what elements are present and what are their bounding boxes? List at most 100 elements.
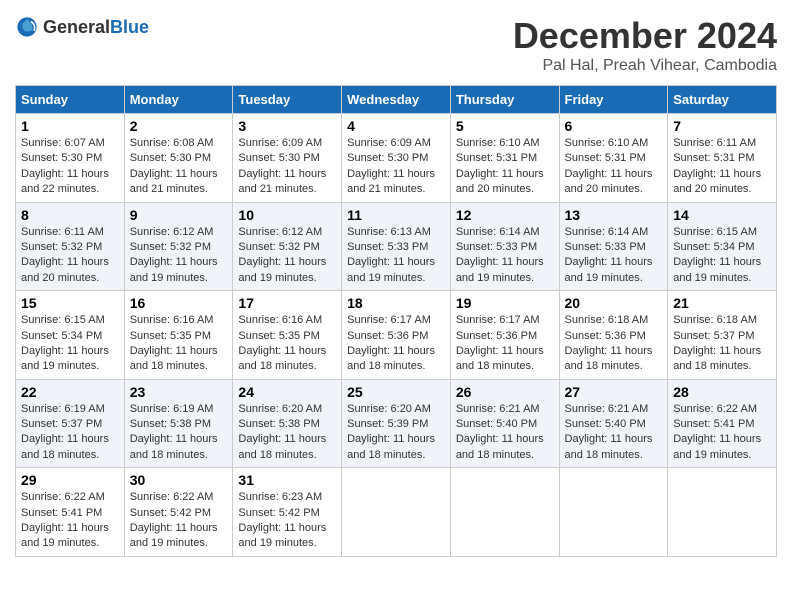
day-number: 27 <box>565 384 663 400</box>
day-detail: Sunrise: 6:17 AM Sunset: 5:36 PM Dayligh… <box>347 313 445 375</box>
day-cell: 1 Sunrise: 6:07 AM Sunset: 5:30 PM Daylig… <box>16 114 125 203</box>
day-cell: 10 Sunrise: 6:12 AM Sunset: 5:32 PM Dayli… <box>233 202 342 291</box>
week-row-5: 29 Sunrise: 6:22 AM Sunset: 5:41 PM Dayli… <box>16 468 777 557</box>
day-cell: 11Sunrise: 6:13 AM Sunset: 5:33 PM Dayli… <box>342 202 451 291</box>
day-detail: Sunrise: 6:09 AM Sunset: 5:30 PM Dayligh… <box>238 136 336 198</box>
day-cell: 8 Sunrise: 6:11 AM Sunset: 5:32 PM Daylig… <box>16 202 125 291</box>
day-detail: Sunrise: 6:16 AM Sunset: 5:35 PM Dayligh… <box>238 313 336 375</box>
column-header-saturday: Saturday <box>668 86 777 114</box>
day-cell: 23Sunrise: 6:19 AM Sunset: 5:38 PM Dayli… <box>124 379 233 468</box>
day-number: 31 <box>238 472 336 488</box>
day-number: 3 <box>238 118 336 134</box>
day-cell: 18 Sunrise: 6:17 AM Sunset: 5:36 PM Dayli… <box>342 291 451 380</box>
day-detail: Sunrise: 6:21 AM Sunset: 5:40 PM Dayligh… <box>456 402 554 464</box>
day-detail: Sunrise: 6:22 AM Sunset: 5:42 PM Dayligh… <box>130 490 228 552</box>
day-detail: Sunrise: 6:22 AM Sunset: 5:41 PM Dayligh… <box>21 490 119 552</box>
day-number: 16 <box>130 295 228 311</box>
day-cell: 4Sunrise: 6:09 AM Sunset: 5:30 PM Daylig… <box>342 114 451 203</box>
day-detail: Sunrise: 6:23 AM Sunset: 5:42 PM Dayligh… <box>238 490 336 552</box>
day-cell: 20 Sunrise: 6:18 AM Sunset: 5:36 PM Dayli… <box>559 291 668 380</box>
logo-blue: Blue <box>110 17 149 37</box>
day-cell: 13Sunrise: 6:14 AM Sunset: 5:33 PM Dayli… <box>559 202 668 291</box>
day-cell <box>559 468 668 557</box>
week-row-1: 1 Sunrise: 6:07 AM Sunset: 5:30 PM Daylig… <box>16 114 777 203</box>
day-number: 1 <box>21 118 119 134</box>
day-number: 5 <box>456 118 554 134</box>
day-cell: 19 Sunrise: 6:17 AM Sunset: 5:36 PM Dayli… <box>450 291 559 380</box>
day-cell: 16 Sunrise: 6:16 AM Sunset: 5:35 PM Dayli… <box>124 291 233 380</box>
day-detail: Sunrise: 6:19 AM Sunset: 5:37 PM Dayligh… <box>21 402 119 464</box>
day-detail: Sunrise: 6:18 AM Sunset: 5:36 PM Dayligh… <box>565 313 663 375</box>
day-cell: 28 Sunrise: 6:22 AM Sunset: 5:41 PM Dayli… <box>668 379 777 468</box>
day-detail: Sunrise: 6:17 AM Sunset: 5:36 PM Dayligh… <box>456 313 554 375</box>
day-detail: Sunrise: 6:15 AM Sunset: 5:34 PM Dayligh… <box>673 225 771 287</box>
day-number: 14 <box>673 207 771 223</box>
day-cell: 5 Sunrise: 6:10 AM Sunset: 5:31 PM Daylig… <box>450 114 559 203</box>
month-title: December 2024 <box>513 15 777 57</box>
day-cell: 17 Sunrise: 6:16 AM Sunset: 5:35 PM Dayli… <box>233 291 342 380</box>
column-header-wednesday: Wednesday <box>342 86 451 114</box>
week-row-4: 22Sunrise: 6:19 AM Sunset: 5:37 PM Dayli… <box>16 379 777 468</box>
header-row: SundayMondayTuesdayWednesdayThursdayFrid… <box>16 86 777 114</box>
day-number: 20 <box>565 295 663 311</box>
week-row-3: 15 Sunrise: 6:15 AM Sunset: 5:34 PM Dayli… <box>16 291 777 380</box>
day-detail: Sunrise: 6:15 AM Sunset: 5:34 PM Dayligh… <box>21 313 119 375</box>
day-number: 24 <box>238 384 336 400</box>
day-number: 29 <box>21 472 119 488</box>
calendar-table: SundayMondayTuesdayWednesdayThursdayFrid… <box>15 85 777 557</box>
day-detail: Sunrise: 6:14 AM Sunset: 5:33 PM Dayligh… <box>565 225 663 287</box>
day-detail: Sunrise: 6:20 AM Sunset: 5:38 PM Dayligh… <box>238 402 336 464</box>
day-cell: 22Sunrise: 6:19 AM Sunset: 5:37 PM Dayli… <box>16 379 125 468</box>
day-number: 15 <box>21 295 119 311</box>
logo-general: General <box>43 17 110 37</box>
day-detail: Sunrise: 6:16 AM Sunset: 5:35 PM Dayligh… <box>130 313 228 375</box>
day-detail: Sunrise: 6:21 AM Sunset: 5:40 PM Dayligh… <box>565 402 663 464</box>
day-detail: Sunrise: 6:10 AM Sunset: 5:31 PM Dayligh… <box>565 136 663 198</box>
column-header-thursday: Thursday <box>450 86 559 114</box>
day-number: 6 <box>565 118 663 134</box>
day-detail: Sunrise: 6:22 AM Sunset: 5:41 PM Dayligh… <box>673 402 771 464</box>
logo: GeneralBlue <box>15 15 149 39</box>
column-header-tuesday: Tuesday <box>233 86 342 114</box>
day-number: 23 <box>130 384 228 400</box>
day-cell: 31 Sunrise: 6:23 AM Sunset: 5:42 PM Dayli… <box>233 468 342 557</box>
day-number: 28 <box>673 384 771 400</box>
day-detail: Sunrise: 6:12 AM Sunset: 5:32 PM Dayligh… <box>238 225 336 287</box>
day-number: 10 <box>238 207 336 223</box>
day-cell: 12 Sunrise: 6:14 AM Sunset: 5:33 PM Dayli… <box>450 202 559 291</box>
day-detail: Sunrise: 6:07 AM Sunset: 5:30 PM Dayligh… <box>21 136 119 198</box>
day-number: 30 <box>130 472 228 488</box>
day-detail: Sunrise: 6:12 AM Sunset: 5:32 PM Dayligh… <box>130 225 228 287</box>
day-number: 17 <box>238 295 336 311</box>
day-detail: Sunrise: 6:13 AM Sunset: 5:33 PM Dayligh… <box>347 225 445 287</box>
day-cell: 24 Sunrise: 6:20 AM Sunset: 5:38 PM Dayli… <box>233 379 342 468</box>
day-cell: 7Sunrise: 6:11 AM Sunset: 5:31 PM Daylig… <box>668 114 777 203</box>
day-number: 2 <box>130 118 228 134</box>
day-number: 12 <box>456 207 554 223</box>
column-header-friday: Friday <box>559 86 668 114</box>
day-detail: Sunrise: 6:11 AM Sunset: 5:32 PM Dayligh… <box>21 225 119 287</box>
day-cell: 15 Sunrise: 6:15 AM Sunset: 5:34 PM Dayli… <box>16 291 125 380</box>
day-detail: Sunrise: 6:09 AM Sunset: 5:30 PM Dayligh… <box>347 136 445 198</box>
day-number: 26 <box>456 384 554 400</box>
day-cell: 9 Sunrise: 6:12 AM Sunset: 5:32 PM Daylig… <box>124 202 233 291</box>
day-cell: 26 Sunrise: 6:21 AM Sunset: 5:40 PM Dayli… <box>450 379 559 468</box>
day-detail: Sunrise: 6:14 AM Sunset: 5:33 PM Dayligh… <box>456 225 554 287</box>
day-number: 7 <box>673 118 771 134</box>
day-number: 9 <box>130 207 228 223</box>
day-number: 19 <box>456 295 554 311</box>
day-cell: 25Sunrise: 6:20 AM Sunset: 5:39 PM Dayli… <box>342 379 451 468</box>
header: GeneralBlue December 2024 Pal Hal, Preah… <box>15 15 777 75</box>
day-detail: Sunrise: 6:10 AM Sunset: 5:31 PM Dayligh… <box>456 136 554 198</box>
day-detail: Sunrise: 6:18 AM Sunset: 5:37 PM Dayligh… <box>673 313 771 375</box>
day-number: 25 <box>347 384 445 400</box>
week-row-2: 8 Sunrise: 6:11 AM Sunset: 5:32 PM Daylig… <box>16 202 777 291</box>
day-number: 18 <box>347 295 445 311</box>
day-number: 21 <box>673 295 771 311</box>
title-area: December 2024 Pal Hal, Preah Vihear, Cam… <box>513 15 777 75</box>
day-cell: 27 Sunrise: 6:21 AM Sunset: 5:40 PM Dayli… <box>559 379 668 468</box>
column-header-sunday: Sunday <box>16 86 125 114</box>
column-header-monday: Monday <box>124 86 233 114</box>
day-cell: 2Sunrise: 6:08 AM Sunset: 5:30 PM Daylig… <box>124 114 233 203</box>
day-number: 8 <box>21 207 119 223</box>
